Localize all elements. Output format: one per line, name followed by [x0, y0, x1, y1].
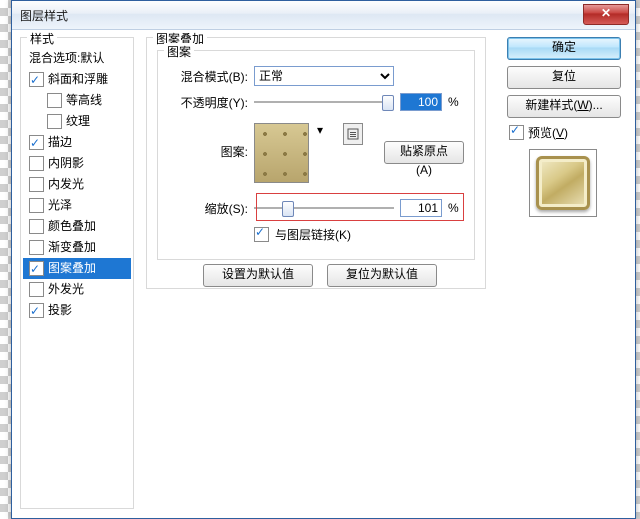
new-style-button[interactable]: 新建样式(W)... [507, 95, 621, 118]
reset-default-button[interactable]: 复位为默认值 [327, 264, 437, 287]
style-item-0[interactable]: 混合选项:默认 [23, 48, 131, 69]
opacity-pct: % [448, 95, 464, 109]
layer-style-dialog: 图层样式 ✕ 样式 混合选项:默认斜面和浮雕等高线纹理描边内阴影内发光光泽颜色叠… [11, 0, 636, 519]
opacity-slider[interactable] [254, 93, 394, 111]
cancel-button[interactable]: 复位 [507, 66, 621, 89]
style-checkbox[interactable] [29, 156, 44, 171]
style-label: 图案叠加 [48, 258, 96, 279]
scale-pct: % [448, 201, 464, 215]
link-with-layer-label: 与图层链接(K) [275, 226, 351, 243]
style-label: 投影 [48, 300, 72, 321]
style-label: 光泽 [48, 195, 72, 216]
scale-label: 缩放(S): [168, 200, 248, 217]
style-label: 混合选项:默认 [29, 48, 104, 69]
opacity-label: 不透明度(Y): [168, 94, 248, 111]
style-checkbox[interactable] [29, 219, 44, 234]
style-item-5[interactable]: 内阴影 [23, 153, 131, 174]
style-label: 颜色叠加 [48, 216, 96, 237]
blend-mode-label: 混合模式(B): [168, 68, 248, 85]
style-label: 斜面和浮雕 [48, 69, 108, 90]
pattern-label: 图案: [168, 123, 248, 160]
style-item-12[interactable]: 投影 [23, 300, 131, 321]
center-panel: 图案叠加 图案 混合模式(B): 正常 不透明度(Y): [146, 37, 486, 507]
pattern-legend: 图案 [164, 43, 194, 60]
snap-origin-button[interactable]: 贴紧原点(A) [384, 141, 464, 164]
style-label: 内阴影 [48, 153, 84, 174]
pattern-overlay-group: 图案叠加 图案 混合模式(B): 正常 不透明度(Y): [146, 37, 486, 289]
style-item-8[interactable]: 颜色叠加 [23, 216, 131, 237]
preview-thumbnail [529, 149, 597, 217]
ok-button[interactable]: 确定 [507, 37, 621, 60]
style-checkbox[interactable] [29, 177, 44, 192]
pattern-subgroup: 图案 混合模式(B): 正常 不透明度(Y): % [157, 50, 475, 260]
dialog-body: 样式 混合选项:默认斜面和浮雕等高线纹理描边内阴影内发光光泽颜色叠加渐变叠加图案… [20, 37, 627, 510]
style-item-3[interactable]: 纹理 [23, 111, 131, 132]
style-item-7[interactable]: 光泽 [23, 195, 131, 216]
close-icon: ✕ [601, 6, 611, 20]
pattern-dropdown-icon[interactable]: ▾ [315, 123, 326, 137]
style-label: 渐变叠加 [48, 237, 96, 258]
style-label: 纹理 [66, 111, 90, 132]
style-checkbox[interactable] [47, 93, 62, 108]
style-label: 描边 [48, 132, 72, 153]
preview-label: 预览(V) [528, 124, 568, 141]
scale-slider[interactable] [254, 199, 394, 217]
styles-group: 样式 混合选项:默认斜面和浮雕等高线纹理描边内阴影内发光光泽颜色叠加渐变叠加图案… [20, 37, 134, 509]
scale-input[interactable] [400, 199, 442, 217]
style-item-10[interactable]: 图案叠加 [23, 258, 131, 279]
opacity-input[interactable] [400, 93, 442, 111]
style-item-11[interactable]: 外发光 [23, 279, 131, 300]
style-checkbox[interactable] [29, 261, 44, 276]
style-checkbox[interactable] [29, 282, 44, 297]
dialog-title: 图层样式 [20, 7, 68, 24]
link-with-layer-checkbox[interactable] [254, 227, 269, 242]
style-label: 外发光 [48, 279, 84, 300]
new-preset-icon[interactable] [343, 123, 363, 145]
preview-checkbox[interactable] [509, 125, 524, 140]
style-item-9[interactable]: 渐变叠加 [23, 237, 131, 258]
style-item-4[interactable]: 描边 [23, 132, 131, 153]
titlebar[interactable]: 图层样式 ✕ [12, 1, 635, 30]
style-checkbox[interactable] [29, 303, 44, 318]
style-checkbox[interactable] [29, 135, 44, 150]
style-item-6[interactable]: 内发光 [23, 174, 131, 195]
style-item-1[interactable]: 斜面和浮雕 [23, 69, 131, 90]
blend-mode-select[interactable]: 正常 [254, 66, 394, 86]
style-checkbox[interactable] [29, 198, 44, 213]
style-checkbox[interactable] [29, 72, 44, 87]
style-item-2[interactable]: 等高线 [23, 90, 131, 111]
style-checkbox[interactable] [47, 114, 62, 129]
close-button[interactable]: ✕ [583, 4, 629, 25]
style-checkbox[interactable] [29, 240, 44, 255]
right-panel: 确定 复位 新建样式(W)... 预览(V) [507, 37, 627, 217]
style-label: 内发光 [48, 174, 84, 195]
styles-legend: 样式 [27, 30, 57, 47]
make-default-button[interactable]: 设置为默认值 [203, 264, 313, 287]
pattern-swatch[interactable] [254, 123, 309, 183]
style-list: 混合选项:默认斜面和浮雕等高线纹理描边内阴影内发光光泽颜色叠加渐变叠加图案叠加外… [23, 48, 131, 506]
style-label: 等高线 [66, 90, 102, 111]
